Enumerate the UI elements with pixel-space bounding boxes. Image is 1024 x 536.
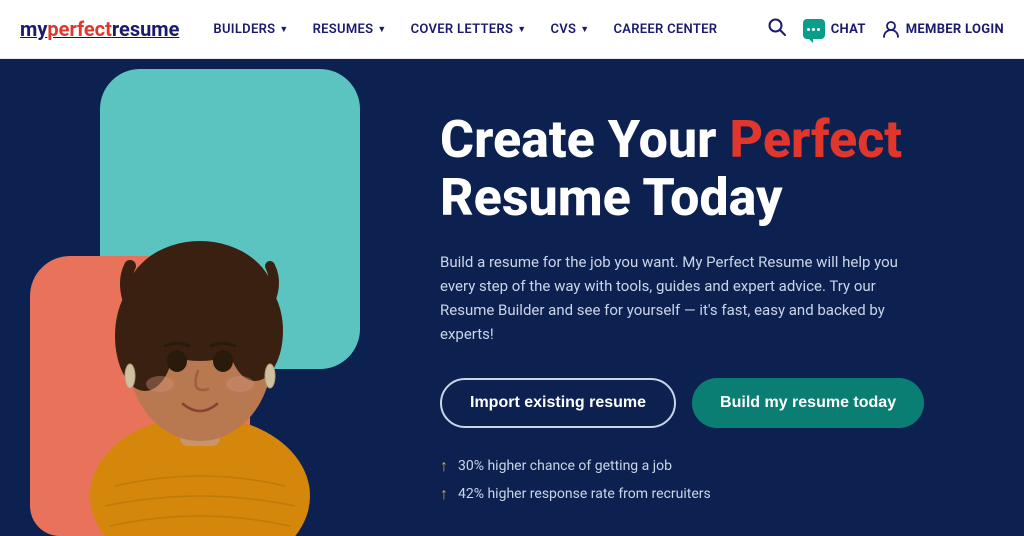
chevron-down-icon: ▼: [279, 24, 288, 35]
chevron-down-icon: ▼: [377, 24, 386, 35]
hero-title: Create Your Perfect Resume Today: [440, 111, 964, 225]
member-login-nav-item[interactable]: MEMBER LOGIN: [882, 20, 1004, 38]
chat-icon: [803, 19, 825, 39]
nav-item-cvs[interactable]: CVs ▼: [540, 0, 599, 59]
logo-my: my: [20, 17, 47, 41]
logo-resume: resume: [112, 17, 180, 41]
logo[interactable]: myperfectresume: [20, 17, 203, 41]
hero-stats: ↑ 30% higher chance of getting a job ↑ 4…: [440, 456, 964, 504]
hero-buttons: Import existing resume Build my resume t…: [440, 378, 964, 428]
nav-item-cover-letters[interactable]: COVER LETTERS ▼: [401, 0, 537, 59]
hero-section: Create Your Perfect Resume Today Build a…: [0, 59, 1024, 536]
stat-item-2: ↑ 42% higher response rate from recruite…: [440, 484, 964, 504]
nav-links: BUILDERS ▼ RESUMES ▼ COVER LETTERS ▼ CVs…: [203, 0, 766, 59]
chevron-down-icon: ▼: [580, 24, 589, 35]
nav-item-builders[interactable]: BUILDERS ▼: [203, 0, 298, 59]
arrow-up-icon-2: ↑: [440, 484, 448, 504]
chevron-down-icon: ▼: [517, 24, 526, 35]
build-resume-button[interactable]: Build my resume today: [692, 378, 924, 428]
hero-image-area: [0, 59, 380, 536]
search-icon[interactable]: [767, 17, 787, 42]
person-icon: [882, 20, 900, 38]
hero-person-image: [50, 116, 350, 536]
logo-perfect: perfect: [47, 17, 111, 41]
navbar: myperfectresume BUILDERS ▼ RESUMES ▼ COV…: [0, 0, 1024, 59]
arrow-up-icon-1: ↑: [440, 456, 448, 476]
chat-nav-item[interactable]: CHAT: [803, 19, 866, 39]
hero-content: Create Your Perfect Resume Today Build a…: [380, 59, 1024, 536]
nav-item-resumes[interactable]: RESUMES ▼: [303, 0, 397, 59]
hero-description: Build a resume for the job you want. My …: [440, 250, 920, 346]
nav-right: CHAT MEMBER LOGIN: [767, 17, 1004, 42]
import-resume-button[interactable]: Import existing resume: [440, 378, 676, 428]
stat-item-1: ↑ 30% higher chance of getting a job: [440, 456, 964, 476]
nav-item-career-center[interactable]: CAREER CENTER: [603, 0, 727, 59]
